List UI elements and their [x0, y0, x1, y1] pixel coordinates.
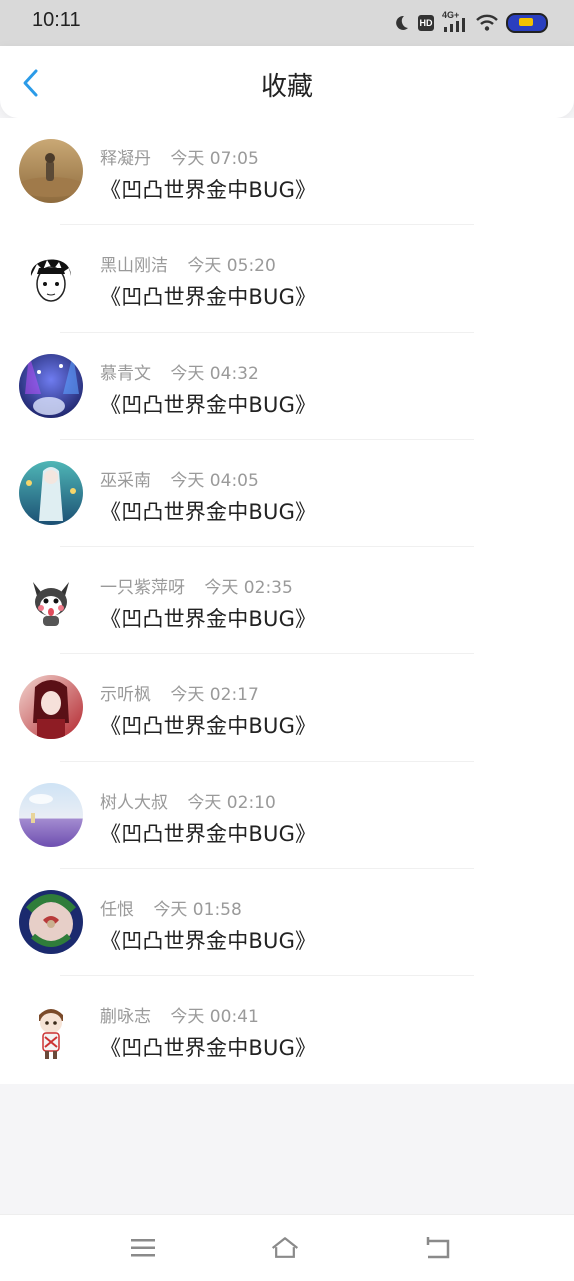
list-item[interactable]: 一只紫萍呀 今天 02:35 《凹凸世界金中BUG》 [0, 547, 574, 655]
avatar[interactable] [19, 782, 83, 847]
item-time: 今天 02:10 [187, 792, 276, 813]
item-time: 今天 02:35 [204, 578, 293, 599]
item-title: 《凹凸世界金中BUG》 [100, 499, 317, 524]
item-title: 《凹凸世界金中BUG》 [100, 714, 317, 739]
avatar[interactable] [19, 675, 83, 740]
item-meta: 示听枫 今天 02:17 [100, 680, 259, 705]
item-time: 今天 00:41 [170, 1007, 259, 1028]
avatar[interactable] [19, 890, 83, 955]
item-time: 今天 07:05 [170, 149, 259, 169]
item-meta: 蒯咏志 今天 00:41 [100, 1002, 259, 1027]
list-item[interactable]: 黑山刚洁 今天 05:20 《凹凸世界金中BUG》 [0, 225, 574, 333]
4g-signal-icon: 4G+ [442, 10, 468, 34]
author-name: 任恨 [100, 900, 134, 921]
item-meta: 一只紫萍呀 今天 02:35 [100, 573, 293, 598]
item-title: 《凹凸世界金中BUG》 [100, 607, 317, 632]
status-time: 10:11 [32, 9, 81, 31]
item-title: 《凹凸世界金中BUG》 [100, 929, 317, 954]
list-item[interactable]: 蒯咏志 今天 00:41 《凹凸世界金中BUG》 [0, 976, 574, 1083]
menu-button[interactable] [128, 1233, 158, 1263]
list-item[interactable]: 慕青文 今天 04:32 《凹凸世界金中BUG》 [0, 333, 574, 440]
item-meta: 树人大叔 今天 02:10 [100, 788, 276, 813]
author-name: 释凝丹 [100, 149, 151, 169]
list-item[interactable]: 巫采南 今天 04:05 《凹凸世界金中BUG》 [0, 440, 574, 548]
list-item[interactable]: 任恨 今天 01:58 《凹凸世界金中BUG》 [0, 869, 574, 977]
page-title: 收藏 [260, 72, 313, 102]
item-time: 今天 04:32 [170, 363, 259, 384]
moon-icon [392, 14, 410, 32]
home-icon [271, 1237, 299, 1258]
author-name: 黑山刚洁 [100, 256, 168, 277]
avatar[interactable] [19, 997, 83, 1062]
author-name: 示听枫 [100, 685, 151, 706]
battery-icon [506, 13, 548, 33]
home-button[interactable] [270, 1233, 300, 1263]
item-time: 今天 04:05 [170, 470, 259, 491]
hd-icon: HD [418, 15, 434, 31]
author-name: 慕青文 [100, 363, 151, 384]
header: 收藏 [0, 46, 574, 118]
item-title: 《凹凸世界金中BUG》 [100, 1036, 317, 1061]
wifi-icon [476, 14, 498, 32]
item-title: 《凹凸世界金中BUG》 [100, 392, 317, 417]
item-time: 今天 05:20 [187, 256, 276, 277]
list-item[interactable]: 示听枫 今天 02:17 《凹凸世界金中BUG》 [0, 654, 574, 762]
item-time: 今天 01:58 [153, 900, 242, 921]
item-meta: 巫采南 今天 04:05 [100, 466, 259, 491]
empty-area [0, 1084, 574, 1214]
list-item[interactable]: 释凝丹 今天 07:05 《凹凸世界金中BUG》 [0, 118, 574, 226]
author-name: 一只紫萍呀 [100, 578, 185, 599]
avatar[interactable] [19, 353, 83, 418]
system-nav-bar [0, 1214, 574, 1281]
back-icon [426, 1237, 450, 1259]
item-title: 《凹凸世界金中BUG》 [100, 285, 317, 310]
status-bar: 10:11 HD 4G+ [0, 0, 574, 46]
list-item[interactable]: 树人大叔 今天 02:10 《凹凸世界金中BUG》 [0, 762, 574, 870]
back-nav-button[interactable] [422, 1233, 452, 1263]
favorites-list: 释凝丹 今天 07:05 《凹凸世界金中BUG》 黑山刚洁 今天 05:20 《… [0, 118, 574, 1084]
avatar[interactable] [19, 568, 83, 633]
avatar[interactable] [19, 139, 83, 203]
author-name: 蒯咏志 [100, 1007, 151, 1028]
avatar[interactable] [19, 460, 83, 525]
status-icons: HD 4G+ [392, 10, 548, 35]
item-meta: 释凝丹 今天 07:05 [100, 144, 259, 169]
author-name: 树人大叔 [100, 792, 168, 813]
menu-icon [131, 1239, 155, 1257]
item-meta: 任恨 今天 01:58 [100, 895, 242, 920]
item-meta: 慕青文 今天 04:32 [100, 359, 259, 384]
item-meta: 黑山刚洁 今天 05:20 [100, 251, 276, 276]
avatar[interactable] [19, 246, 83, 311]
author-name: 巫采南 [100, 470, 151, 491]
item-title: 《凹凸世界金中BUG》 [100, 178, 317, 202]
item-time: 今天 02:17 [170, 685, 259, 706]
item-title: 《凹凸世界金中BUG》 [100, 821, 317, 846]
